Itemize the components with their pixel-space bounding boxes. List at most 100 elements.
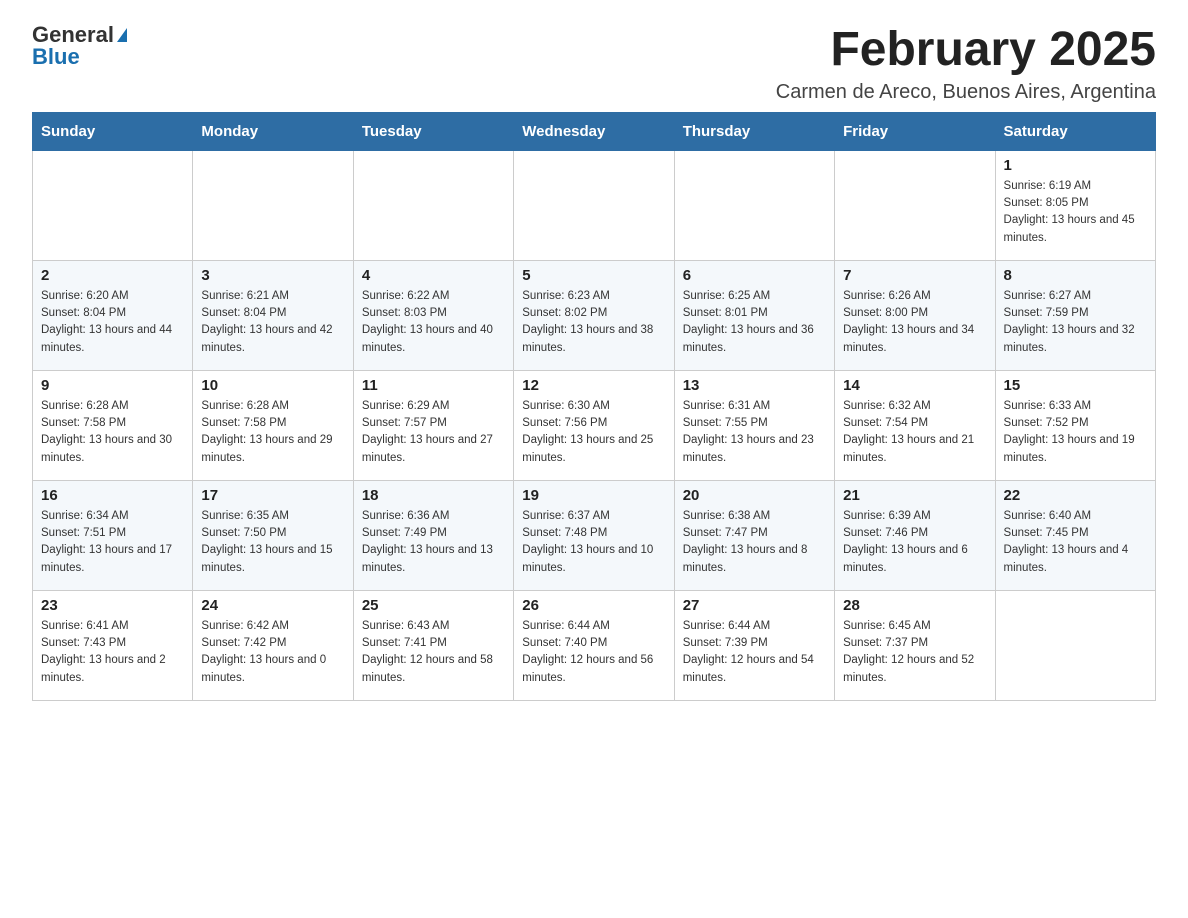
day-info: Sunrise: 6:41 AM Sunset: 7:43 PM Dayligh… (41, 618, 184, 687)
day-info: Sunrise: 6:21 AM Sunset: 8:04 PM Dayligh… (201, 288, 344, 357)
day-number: 17 (201, 487, 344, 504)
weekday-header-saturday: Saturday (995, 112, 1155, 150)
logo-triangle-icon (117, 28, 127, 42)
calendar-cell: 10 Sunrise: 6:28 AM Sunset: 7:58 PM Dayli… (193, 370, 353, 480)
day-info: Sunrise: 6:31 AM Sunset: 7:55 PM Dayligh… (683, 398, 826, 467)
day-info: Sunrise: 6:45 AM Sunset: 7:37 PM Dayligh… (843, 618, 986, 687)
calendar-cell: 19Sunrise: 6:37 AM Sunset: 7:48 PM Dayli… (514, 480, 674, 590)
day-info: Sunrise: 6:35 AM Sunset: 7:50 PM Dayligh… (201, 508, 344, 577)
calendar-week-row: 23 Sunrise: 6:41 AM Sunset: 7:43 PM Dayli… (33, 590, 1156, 700)
day-number: 27 (683, 597, 826, 614)
title-area: February 2025 Carmen de Areco, Buenos Ai… (776, 24, 1156, 104)
weekday-header-monday: Monday (193, 112, 353, 150)
day-info: Sunrise: 6:43 AM Sunset: 7:41 PM Dayligh… (362, 618, 505, 687)
calendar-cell: 28 Sunrise: 6:45 AM Sunset: 7:37 PM Dayli… (835, 590, 995, 700)
day-number: 11 (362, 377, 505, 394)
day-number: 4 (362, 267, 505, 284)
weekday-header-thursday: Thursday (674, 112, 834, 150)
logo-general-text: General (32, 24, 114, 46)
day-number: 9 (41, 377, 184, 394)
day-number: 24 (201, 597, 344, 614)
calendar-cell: 6 Sunrise: 6:25 AM Sunset: 8:01 PM Daylig… (674, 260, 834, 370)
calendar-cell (835, 150, 995, 260)
day-number: 28 (843, 597, 986, 614)
calendar-cell (353, 150, 513, 260)
day-info: Sunrise: 6:22 AM Sunset: 8:03 PM Dayligh… (362, 288, 505, 357)
calendar-cell: 13 Sunrise: 6:31 AM Sunset: 7:55 PM Dayli… (674, 370, 834, 480)
day-number: 20 (683, 487, 826, 504)
day-info: Sunrise: 6:42 AM Sunset: 7:42 PM Dayligh… (201, 618, 344, 687)
calendar-cell: 15 Sunrise: 6:33 AM Sunset: 7:52 PM Dayli… (995, 370, 1155, 480)
day-number: 15 (1004, 377, 1147, 394)
day-number: 10 (201, 377, 344, 394)
day-number: 8 (1004, 267, 1147, 284)
location-title: Carmen de Areco, Buenos Aires, Argentina (776, 81, 1156, 104)
day-number: 21 (843, 487, 986, 504)
calendar-cell: 4 Sunrise: 6:22 AM Sunset: 8:03 PM Daylig… (353, 260, 513, 370)
day-info: Sunrise: 6:40 AM Sunset: 7:45 PM Dayligh… (1004, 508, 1147, 577)
weekday-header-friday: Friday (835, 112, 995, 150)
day-number: 14 (843, 377, 986, 394)
day-info: Sunrise: 6:44 AM Sunset: 7:40 PM Dayligh… (522, 618, 665, 687)
calendar-week-row: 1Sunrise: 6:19 AM Sunset: 8:05 PM Daylig… (33, 150, 1156, 260)
weekday-header-row: SundayMondayTuesdayWednesdayThursdayFrid… (33, 112, 1156, 150)
calendar-cell: 12 Sunrise: 6:30 AM Sunset: 7:56 PM Dayli… (514, 370, 674, 480)
day-info: Sunrise: 6:23 AM Sunset: 8:02 PM Dayligh… (522, 288, 665, 357)
calendar-cell: 14 Sunrise: 6:32 AM Sunset: 7:54 PM Dayli… (835, 370, 995, 480)
day-info: Sunrise: 6:32 AM Sunset: 7:54 PM Dayligh… (843, 398, 986, 467)
calendar-cell: 7 Sunrise: 6:26 AM Sunset: 8:00 PM Daylig… (835, 260, 995, 370)
day-number: 19 (522, 487, 665, 504)
day-number: 18 (362, 487, 505, 504)
calendar-week-row: 16Sunrise: 6:34 AM Sunset: 7:51 PM Dayli… (33, 480, 1156, 590)
calendar-header: SundayMondayTuesdayWednesdayThursdayFrid… (33, 112, 1156, 150)
calendar-cell: 8 Sunrise: 6:27 AM Sunset: 7:59 PM Daylig… (995, 260, 1155, 370)
day-number: 25 (362, 597, 505, 614)
calendar-week-row: 9 Sunrise: 6:28 AM Sunset: 7:58 PM Daylig… (33, 370, 1156, 480)
day-info: Sunrise: 6:44 AM Sunset: 7:39 PM Dayligh… (683, 618, 826, 687)
calendar: SundayMondayTuesdayWednesdayThursdayFrid… (32, 112, 1156, 701)
day-number: 7 (843, 267, 986, 284)
day-info: Sunrise: 6:38 AM Sunset: 7:47 PM Dayligh… (683, 508, 826, 577)
day-number: 23 (41, 597, 184, 614)
day-number: 16 (41, 487, 184, 504)
weekday-header-sunday: Sunday (33, 112, 193, 150)
calendar-cell: 18 Sunrise: 6:36 AM Sunset: 7:49 PM Dayli… (353, 480, 513, 590)
header: General Blue February 2025 Carmen de Are… (32, 24, 1156, 104)
calendar-cell: 2Sunrise: 6:20 AM Sunset: 8:04 PM Daylig… (33, 260, 193, 370)
calendar-cell: 3Sunrise: 6:21 AM Sunset: 8:04 PM Daylig… (193, 260, 353, 370)
weekday-header-tuesday: Tuesday (353, 112, 513, 150)
calendar-cell (33, 150, 193, 260)
calendar-cell (995, 590, 1155, 700)
calendar-cell: 22 Sunrise: 6:40 AM Sunset: 7:45 PM Dayli… (995, 480, 1155, 590)
calendar-cell: 27 Sunrise: 6:44 AM Sunset: 7:39 PM Dayli… (674, 590, 834, 700)
weekday-header-wednesday: Wednesday (514, 112, 674, 150)
day-number: 12 (522, 377, 665, 394)
calendar-cell: 23 Sunrise: 6:41 AM Sunset: 7:43 PM Dayli… (33, 590, 193, 700)
day-info: Sunrise: 6:27 AM Sunset: 7:59 PM Dayligh… (1004, 288, 1147, 357)
calendar-cell: 25 Sunrise: 6:43 AM Sunset: 7:41 PM Dayli… (353, 590, 513, 700)
calendar-cell (514, 150, 674, 260)
day-info: Sunrise: 6:29 AM Sunset: 7:57 PM Dayligh… (362, 398, 505, 467)
day-number: 26 (522, 597, 665, 614)
calendar-cell: 21Sunrise: 6:39 AM Sunset: 7:46 PM Dayli… (835, 480, 995, 590)
calendar-cell: 20 Sunrise: 6:38 AM Sunset: 7:47 PM Dayli… (674, 480, 834, 590)
calendar-body: 1Sunrise: 6:19 AM Sunset: 8:05 PM Daylig… (33, 150, 1156, 700)
day-info: Sunrise: 6:36 AM Sunset: 7:49 PM Dayligh… (362, 508, 505, 577)
calendar-cell (193, 150, 353, 260)
day-info: Sunrise: 6:28 AM Sunset: 7:58 PM Dayligh… (201, 398, 344, 467)
day-number: 5 (522, 267, 665, 284)
day-info: Sunrise: 6:20 AM Sunset: 8:04 PM Dayligh… (41, 288, 184, 357)
day-info: Sunrise: 6:25 AM Sunset: 8:01 PM Dayligh… (683, 288, 826, 357)
day-info: Sunrise: 6:26 AM Sunset: 8:00 PM Dayligh… (843, 288, 986, 357)
day-number: 22 (1004, 487, 1147, 504)
day-number: 6 (683, 267, 826, 284)
day-info: Sunrise: 6:33 AM Sunset: 7:52 PM Dayligh… (1004, 398, 1147, 467)
day-info: Sunrise: 6:28 AM Sunset: 7:58 PM Dayligh… (41, 398, 184, 467)
calendar-cell: 5 Sunrise: 6:23 AM Sunset: 8:02 PM Daylig… (514, 260, 674, 370)
calendar-cell: 9 Sunrise: 6:28 AM Sunset: 7:58 PM Daylig… (33, 370, 193, 480)
day-number: 13 (683, 377, 826, 394)
logo-blue-text: Blue (32, 46, 80, 68)
day-info: Sunrise: 6:19 AM Sunset: 8:05 PM Dayligh… (1004, 178, 1147, 247)
calendar-cell: 24 Sunrise: 6:42 AM Sunset: 7:42 PM Dayli… (193, 590, 353, 700)
day-info: Sunrise: 6:30 AM Sunset: 7:56 PM Dayligh… (522, 398, 665, 467)
